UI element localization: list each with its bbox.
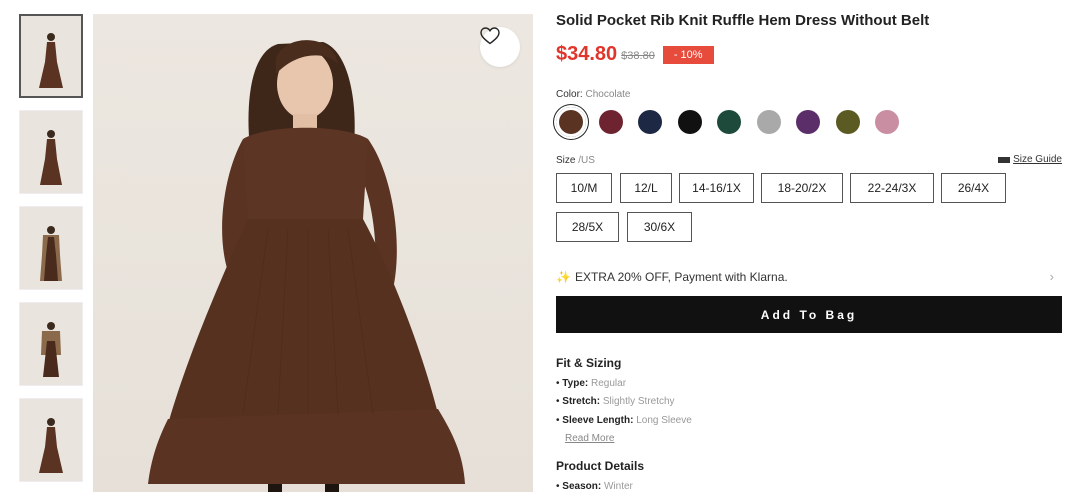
fit-attr-type: • Type: Regular — [556, 378, 627, 389]
swatch-color — [559, 110, 583, 134]
size-guide-text: Size Guide — [1013, 154, 1062, 165]
size-option-28-5x[interactable]: 28/5X — [556, 212, 619, 242]
size-guide-link[interactable]: Size Guide — [998, 154, 1062, 165]
product-details-title: Product Details — [556, 459, 645, 473]
wishlist-button[interactable] — [480, 27, 520, 67]
fit-sizing-title: Fit & Sizing — [556, 356, 622, 370]
color-swatch-navy[interactable] — [635, 107, 665, 137]
current-price: $34.80 — [556, 43, 618, 65]
size-unit: /US — [578, 155, 595, 166]
original-price: $38.80 — [621, 50, 655, 62]
attr-key: Season: — [562, 481, 602, 492]
size-option-26-4x[interactable]: 26/4X — [941, 173, 1006, 203]
attr-value: Winter — [603, 481, 633, 492]
size-option-10-m[interactable]: 10/M — [556, 173, 612, 203]
dress-model-image — [148, 40, 465, 492]
swatch-color — [717, 110, 741, 134]
color-swatch-chocolate[interactable] — [556, 107, 586, 137]
selected-color: Chocolate — [585, 89, 631, 100]
fit-attr-stretch: • Stretch: Slightly Stretchy — [556, 396, 675, 407]
dress-thumbnail-image — [40, 130, 62, 185]
detail-attr-season: • Season: Winter — [556, 481, 633, 492]
color-swatch-pink[interactable] — [872, 107, 902, 137]
dress-thumbnail-image — [39, 418, 63, 473]
thumbnail-2[interactable] — [19, 110, 83, 194]
main-product-image — [93, 14, 533, 492]
attr-key: Stretch: — [562, 396, 601, 407]
swatch-color — [756, 110, 781, 134]
thumbnail-4[interactable] — [19, 302, 83, 386]
price-row: $34.80 $38.80 - 10% — [556, 43, 714, 66]
size-option-18-20-2x[interactable]: 18-20/2X — [761, 173, 843, 203]
thumbnail-5[interactable] — [19, 398, 83, 482]
attr-value: Slightly Stretchy — [602, 396, 675, 407]
size-option-12-l[interactable]: 12/L — [620, 173, 672, 203]
size-label: Size /US — [556, 155, 595, 166]
color-swatch-purple[interactable] — [793, 107, 823, 137]
sparkle-icon: ✨ — [556, 270, 571, 284]
thumbnail-3[interactable] — [19, 206, 83, 290]
swatch-color — [875, 110, 899, 134]
attr-value: Long Sleeve — [636, 415, 692, 426]
add-to-bag-button[interactable]: Add To Bag — [556, 296, 1062, 333]
color-swatch-olive[interactable] — [833, 107, 863, 137]
read-more-link[interactable]: Read More — [565, 433, 614, 444]
attr-value: Regular — [591, 378, 627, 389]
swatch-color — [638, 110, 662, 134]
color-label: Color: Chocolate — [556, 89, 631, 100]
thumbnail-list — [19, 14, 83, 492]
discount-badge: - 10% — [662, 45, 714, 64]
chevron-right-icon: › — [1049, 269, 1054, 284]
color-swatch-black[interactable] — [675, 107, 705, 137]
fit-attr-sleeve: • Sleeve Length: Long Sleeve — [556, 415, 692, 426]
heart-icon — [480, 27, 500, 45]
size-option-14-16-1x[interactable]: 14-16/1X — [679, 173, 754, 203]
dress-thumbnail-image — [39, 33, 63, 88]
dress-thumbnail-image — [40, 226, 62, 281]
size-option-30-6x[interactable]: 30/6X — [627, 212, 692, 242]
swatch-color — [677, 110, 702, 134]
ruler-icon — [998, 156, 1011, 163]
size-option-22-24-3x[interactable]: 22-24/3X — [850, 173, 934, 203]
swatch-color — [598, 110, 623, 134]
product-title: Solid Pocket Rib Knit Ruffle Hem Dress W… — [556, 12, 930, 29]
color-swatch-grey[interactable] — [754, 107, 784, 137]
color-swatches — [556, 107, 912, 137]
color-swatch-dark-green[interactable] — [714, 107, 744, 137]
swatch-color — [796, 110, 820, 134]
dress-thumbnail-image — [41, 322, 61, 377]
swatch-color — [835, 110, 860, 134]
attr-key: Sleeve Length: — [562, 415, 634, 426]
promo-text: EXTRA 20% OFF, Payment with Klarna. — [574, 270, 788, 284]
size-label-text: Size — [556, 155, 576, 166]
color-swatch-burgundy[interactable] — [596, 107, 626, 137]
klarna-promo[interactable]: ✨ EXTRA 20% OFF, Payment with Klarna. › — [556, 269, 1062, 284]
thumbnail-1[interactable] — [19, 14, 83, 98]
attr-key: Type: — [562, 378, 589, 389]
color-label-text: Color: — [556, 89, 583, 100]
